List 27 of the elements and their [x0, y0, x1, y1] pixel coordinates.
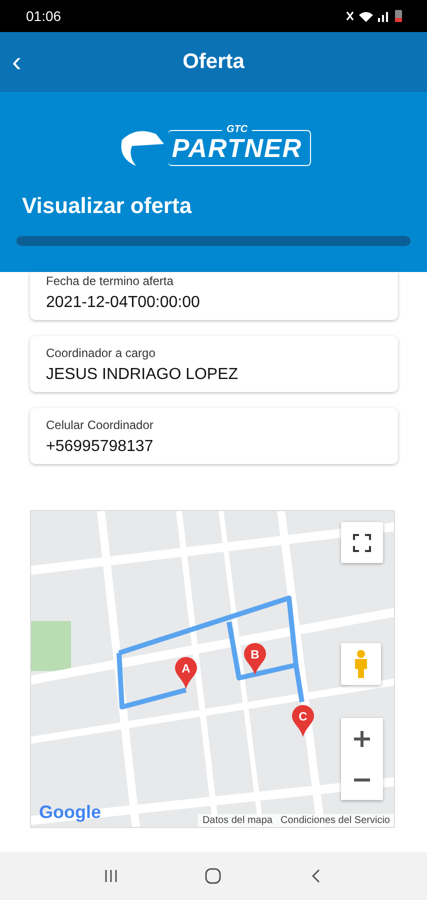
plus-icon: [353, 730, 371, 748]
map-marker[interactable]: A: [175, 657, 197, 689]
minus-icon: [353, 778, 371, 782]
field-label: Celular Coordinador: [46, 418, 154, 432]
person-icon: [353, 649, 369, 679]
map-marker[interactable]: C: [292, 705, 314, 737]
field-label: Coordinador a cargo: [46, 346, 156, 360]
field-label: Fecha de termino aferta: [46, 274, 174, 288]
status-icons: [345, 9, 405, 23]
attribution-link[interactable]: Datos del mapa: [202, 815, 272, 826]
section-heading: Visualizar oferta: [22, 192, 193, 220]
fullscreen-icon: [353, 534, 371, 552]
screen-title: Oferta: [182, 50, 246, 74]
recents-icon[interactable]: [102, 868, 119, 884]
field-value: JESUS INDRIAGO LOPEZ: [46, 366, 240, 384]
attribution-link[interactable]: Condiciones del Servicio: [280, 815, 390, 826]
home-icon[interactable]: [204, 867, 222, 885]
field-value: 2021-12-04T00:00:00: [46, 294, 201, 312]
zoom-in-button[interactable]: [341, 718, 383, 759]
back-button[interactable]: ‹: [0, 48, 34, 76]
map-view[interactable]: A B C Google Datos del mapa Condiciones del Servicio: [30, 510, 395, 828]
fullscreen-button[interactable]: [341, 522, 383, 563]
map-marker[interactable]: B: [244, 643, 266, 675]
zoom-out-button[interactable]: [341, 759, 383, 800]
field-value: +56995798137: [46, 438, 154, 456]
status-time: 01:06: [26, 8, 62, 24]
map-logo: Google: [39, 802, 101, 823]
